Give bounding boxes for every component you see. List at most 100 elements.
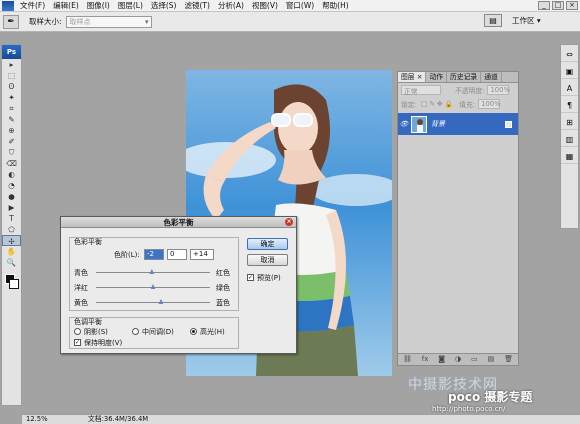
- move-tool-icon[interactable]: ▸: [2, 59, 21, 70]
- minimize-button[interactable]: _: [538, 1, 550, 10]
- lock-label: 锁定:: [401, 101, 417, 109]
- marquee-tool-icon[interactable]: ⬚: [2, 70, 21, 81]
- tab-actions[interactable]: 动作: [426, 72, 448, 82]
- group-icon[interactable]: ▭: [471, 354, 478, 365]
- gradient-tool-icon[interactable]: ◐: [2, 169, 21, 180]
- layers-panel-tabs: 图层 × 动作 历史记录 通道: [398, 72, 518, 83]
- menu-filter[interactable]: 滤镜(T): [181, 0, 214, 11]
- menu-image[interactable]: 图像(I): [83, 0, 114, 11]
- magic-wand-tool-icon[interactable]: ✦: [2, 92, 21, 103]
- pen-tool-icon[interactable]: ●: [2, 191, 21, 202]
- maximize-button[interactable]: □: [552, 1, 564, 10]
- workspace-menu[interactable]: 工作区 ▾: [512, 15, 541, 26]
- levels-cyan-red-input[interactable]: -2: [144, 249, 164, 260]
- lock-icon: [505, 120, 512, 128]
- layers-panel-footer: ⛓ fx ◙ ◑ ▭ ▤ 🗑: [398, 353, 518, 365]
- levels-yellow-blue-input[interactable]: +14: [190, 249, 214, 260]
- zoom-level[interactable]: 12.5%: [26, 415, 48, 424]
- notes-tool-icon[interactable]: ✢: [2, 235, 21, 246]
- palette-well-icon[interactable]: ▤: [484, 14, 502, 27]
- type-tool-icon[interactable]: T: [2, 213, 21, 224]
- eye-icon[interactable]: 👁: [398, 120, 410, 128]
- preserve-luminosity-label: 保持明度(V): [84, 339, 123, 347]
- preview-checkbox[interactable]: ✓: [247, 274, 254, 281]
- layers-panel: 图层 × 动作 历史记录 通道 正常 不透明度: 100% 锁定: □✎✥🔒 填…: [397, 71, 519, 366]
- adjustment-layer-icon[interactable]: ◑: [455, 354, 461, 365]
- levels-magenta-green-input[interactable]: 0: [167, 249, 187, 260]
- yellow-blue-slider-track[interactable]: [96, 302, 210, 303]
- opacity-label: 不透明度:: [455, 87, 485, 95]
- path-select-tool-icon[interactable]: ▶: [2, 202, 21, 213]
- brush-tool-icon[interactable]: ✐: [2, 136, 21, 147]
- tab-channels[interactable]: 通道: [481, 72, 502, 82]
- navigator-icon[interactable]: ⇔: [561, 48, 578, 62]
- layer-comps-icon[interactable]: ▦: [561, 150, 578, 164]
- midtones-radio[interactable]: [132, 328, 139, 335]
- tab-layers[interactable]: 图层 ×: [398, 72, 427, 82]
- healing-tool-icon[interactable]: ⊕: [2, 125, 21, 136]
- app-icon[interactable]: [2, 0, 14, 11]
- background-color[interactable]: [9, 279, 19, 289]
- close-button[interactable]: ×: [566, 1, 578, 10]
- layer-mask-icon[interactable]: ◙: [438, 354, 445, 365]
- layer-style-icon[interactable]: fx: [422, 354, 429, 365]
- tool-presets-icon[interactable]: ▥: [561, 133, 578, 147]
- ps-logo: Ps: [2, 45, 21, 59]
- stamp-tool-icon[interactable]: ⛉: [2, 147, 21, 158]
- eyedropper-icon[interactable]: ✒: [3, 14, 19, 29]
- brushes-icon[interactable]: ⊞: [561, 116, 578, 130]
- window-controls: _ □ ×: [538, 1, 578, 10]
- fill-input[interactable]: 100%: [478, 99, 501, 109]
- blend-mode-select[interactable]: 正常: [401, 85, 441, 96]
- eraser-tool-icon[interactable]: ⌫: [2, 158, 21, 169]
- highlights-label: 高光(H): [200, 328, 225, 336]
- crop-tool-icon[interactable]: ⌗: [2, 103, 21, 114]
- new-layer-icon[interactable]: ▤: [488, 354, 495, 365]
- paragraph-icon[interactable]: ¶: [561, 99, 578, 113]
- sample-size-select[interactable]: 取样点: [65, 15, 152, 28]
- color-swatches[interactable]: [2, 272, 21, 302]
- menu-edit[interactable]: 编辑(E): [49, 0, 83, 11]
- character-icon[interactable]: A: [561, 82, 578, 96]
- slider-right-label-red: 红色: [216, 269, 230, 277]
- preserve-luminosity-checkbox[interactable]: ✓: [74, 339, 81, 346]
- opacity-input[interactable]: 100%: [487, 85, 510, 95]
- cancel-button[interactable]: 取消: [247, 254, 288, 266]
- menu-view[interactable]: 视图(V): [248, 0, 282, 11]
- color-balance-group: 色彩平衡 色阶(L): -2 0 +14 青色 红色 洋红 绿色 黄色 蓝色: [69, 237, 239, 311]
- layer-background[interactable]: 👁 背景: [398, 113, 518, 135]
- lock-row: 锁定: □✎✥🔒 填充: 100%: [398, 97, 518, 111]
- hand-tool-icon[interactable]: ✋: [2, 246, 21, 257]
- menu-bar: 文件(F) 编辑(E) 图像(I) 图层(L) 选择(S) 滤镜(T) 分析(A…: [0, 0, 580, 12]
- layer-name: 背景: [431, 120, 445, 128]
- tab-history[interactable]: 历史记录: [447, 72, 482, 82]
- menu-help[interactable]: 帮助(H): [318, 0, 353, 11]
- ok-button[interactable]: 确定: [247, 238, 288, 250]
- menu-select[interactable]: 选择(S): [147, 0, 181, 11]
- menu-file[interactable]: 文件(F): [16, 0, 49, 11]
- shape-tool-icon[interactable]: ⬠: [2, 224, 21, 235]
- link-layers-icon[interactable]: ⛓: [403, 354, 412, 365]
- eyedropper-tool-icon[interactable]: ✎: [2, 114, 21, 125]
- dodge-tool-icon[interactable]: ◔: [2, 180, 21, 191]
- info-icon[interactable]: ▣: [561, 65, 578, 79]
- layer-thumbnail: [411, 115, 427, 133]
- menu-window[interactable]: 窗口(W): [282, 0, 318, 11]
- close-icon[interactable]: ×: [285, 218, 293, 226]
- menu-layer[interactable]: 图层(L): [114, 0, 147, 11]
- trash-icon[interactable]: 🗑: [504, 354, 513, 365]
- preview-label: 预览(P): [257, 274, 281, 282]
- document-info: 文档:36.4M/36.4M: [88, 415, 149, 423]
- lasso-tool-icon[interactable]: ʘ: [2, 81, 21, 92]
- highlights-radio[interactable]: [190, 328, 197, 335]
- lock-icons[interactable]: □✎✥🔒: [421, 100, 455, 108]
- zoom-tool-icon[interactable]: 🔍: [2, 257, 21, 268]
- slider-right-label-blue: 蓝色: [216, 299, 230, 307]
- menu-analysis[interactable]: 分析(A): [214, 0, 248, 11]
- shadows-label: 阴影(S): [84, 328, 108, 336]
- levels-label: 色阶(L):: [114, 251, 140, 259]
- dialog-title: 色彩平衡: [163, 218, 194, 227]
- dialog-title-bar[interactable]: 色彩平衡 ×: [61, 217, 296, 228]
- shadows-radio[interactable]: [74, 328, 81, 335]
- right-panel-strip: ⇔ ▣ A ¶ ⊞ ▥ ▦: [560, 44, 579, 229]
